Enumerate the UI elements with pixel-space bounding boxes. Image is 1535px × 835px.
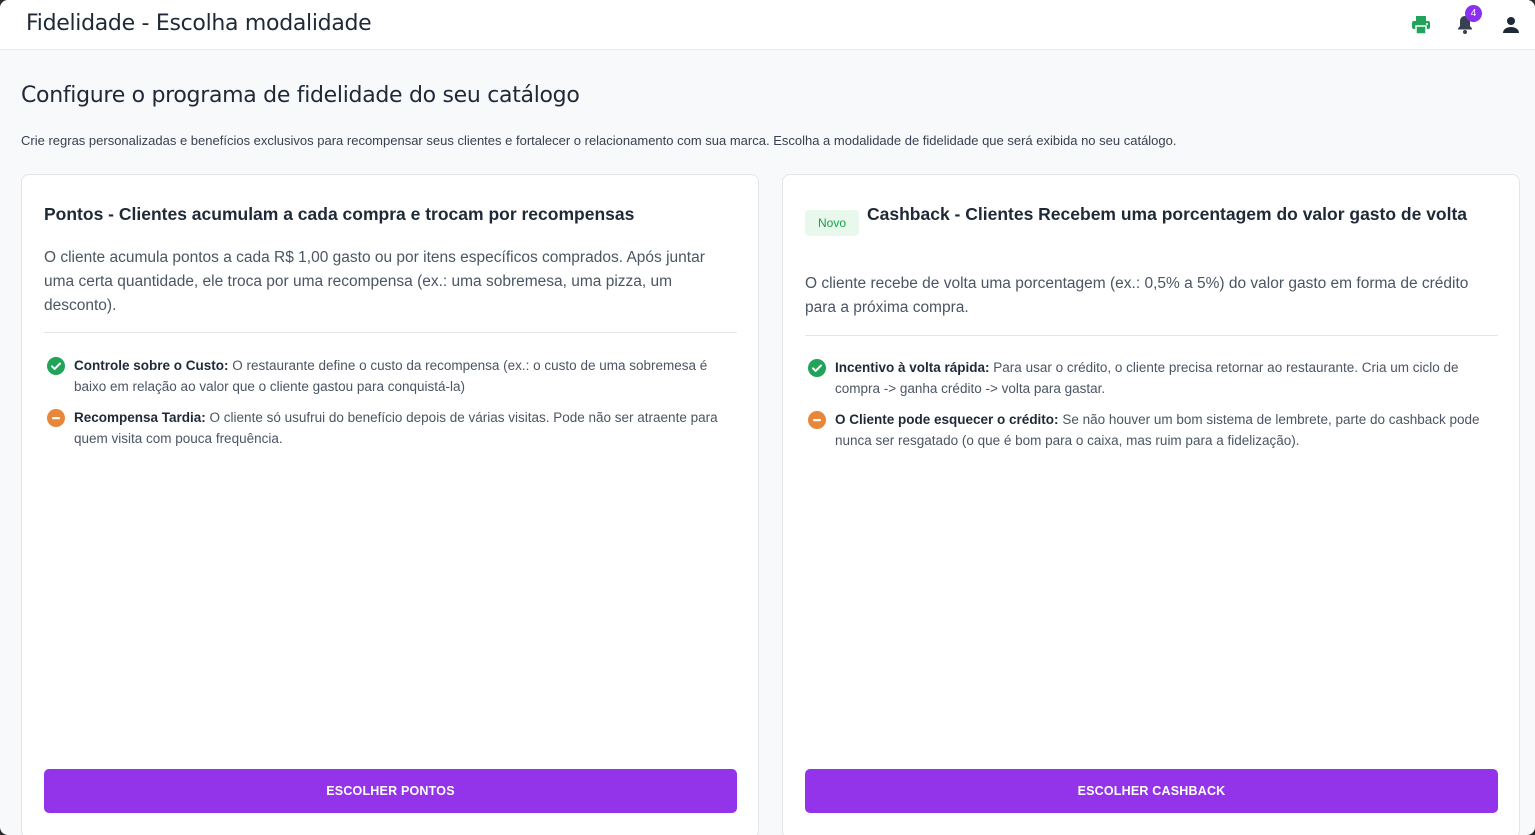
printer-icon[interactable] — [1409, 13, 1433, 37]
card-description: O cliente recebe de volta uma porcentage… — [805, 275, 1469, 316]
check-circle-icon — [808, 359, 826, 377]
con-label: Recompensa Tardia: — [74, 410, 206, 425]
points-option-card: Pontos - Clientes acumulam a cada compra… — [21, 174, 759, 835]
section-heading: Configure o programa de fidelidade do se… — [21, 83, 580, 108]
con-item: Recompensa Tardia: O cliente só usufrui … — [44, 407, 724, 449]
pro-label: Incentivo à volta rápida: — [835, 360, 990, 375]
cashback-option-card: Novo Cashback - Clientes Recebem uma por… — [782, 174, 1520, 835]
new-badge: Novo — [805, 210, 859, 236]
divider — [805, 335, 1498, 336]
app-window: Fidelidade - Escolha modalidade 4 Config… — [0, 0, 1535, 835]
minus-circle-icon — [47, 409, 65, 427]
pro-item: Controle sobre o Custo: O restaurante de… — [44, 355, 724, 397]
choose-points-button[interactable]: ESCOLHER PONTOS — [44, 769, 737, 813]
card-title: Pontos - Clientes acumulam a cada compra… — [44, 204, 635, 224]
section-description: Crie regras personalizadas e benefícios … — [21, 133, 1177, 148]
con-item: O Cliente pode esquecer o crédito: Se nã… — [805, 409, 1485, 451]
top-bar: Fidelidade - Escolha modalidade 4 — [0, 0, 1535, 50]
user-icon[interactable] — [1499, 13, 1523, 37]
minus-circle-icon — [808, 411, 826, 429]
pro-item: Incentivo à volta rápida: Para usar o cr… — [805, 357, 1485, 399]
notifications-button[interactable]: 4 — [1453, 5, 1482, 37]
divider — [44, 332, 737, 333]
page-title: Fidelidade - Escolha modalidade — [26, 11, 372, 36]
pro-label: Controle sobre o Custo: — [74, 358, 229, 373]
check-circle-icon — [47, 357, 65, 375]
card-description: O cliente acumula pontos a cada R$ 1,00 … — [44, 249, 705, 314]
card-title: Cashback - Clientes Recebem uma porcenta… — [867, 204, 1468, 224]
con-label: O Cliente pode esquecer o crédito: — [835, 412, 1059, 427]
notification-badge: 4 — [1465, 5, 1482, 22]
choose-cashback-button[interactable]: ESCOLHER CASHBACK — [805, 769, 1498, 813]
